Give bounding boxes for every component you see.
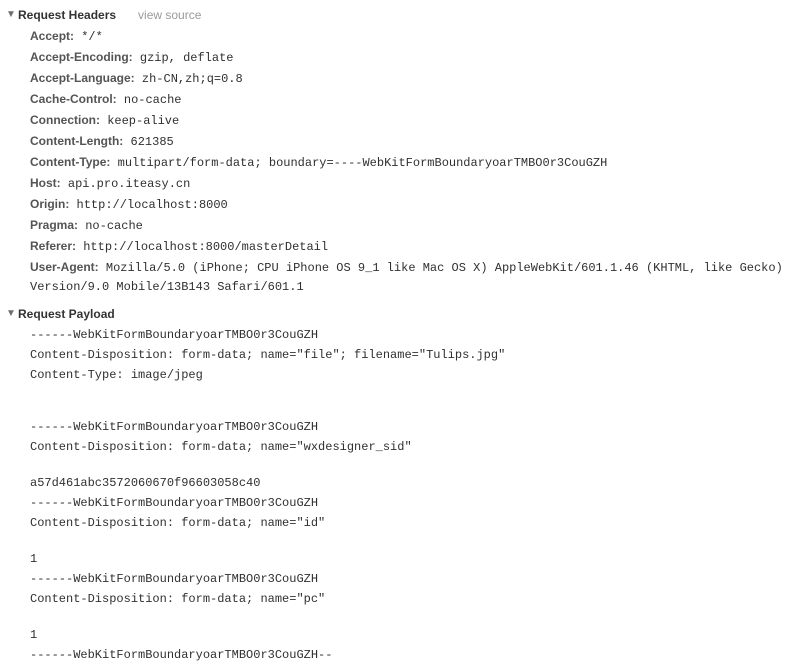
header-row: Origin: http://localhost:8000 — [30, 194, 800, 215]
header-name: Cache-Control: — [30, 92, 117, 106]
payload-line — [30, 457, 800, 473]
payload-line: 1 — [30, 549, 800, 569]
header-row: Host: api.pro.iteasy.cn — [30, 173, 800, 194]
request-headers-toggle[interactable]: ▼ Request Headers view source — [6, 4, 800, 26]
header-name: Referer: — [30, 239, 76, 253]
header-name: User-Agent: — [30, 260, 99, 274]
payload-line — [30, 609, 800, 625]
header-row: Accept-Encoding: gzip, deflate — [30, 47, 800, 68]
header-value: keep-alive — [100, 114, 179, 128]
chevron-down-icon: ▼ — [6, 308, 16, 320]
header-row: Accept: */* — [30, 26, 800, 47]
header-name: Content-Length: — [30, 134, 123, 148]
payload-line: Content-Disposition: form-data; name="id… — [30, 513, 800, 533]
payload-line: Content-Disposition: form-data; name="pc… — [30, 589, 800, 609]
header-row: Accept-Language: zh-CN,zh;q=0.8 — [30, 68, 800, 89]
header-value: multipart/form-data; boundary=----WebKit… — [110, 156, 607, 170]
request-headers-list: Accept: */*Accept-Encoding: gzip, deflat… — [6, 26, 800, 303]
header-row: User-Agent: Mozilla/5.0 (iPhone; CPU iPh… — [30, 257, 800, 297]
header-value: Mozilla/5.0 (iPhone; CPU iPhone OS 9_1 l… — [30, 261, 783, 294]
payload-line: ------WebKitFormBoundaryoarTMBO0r3CouGZH… — [30, 645, 800, 662]
header-value: no-cache — [78, 219, 143, 233]
header-name: Accept: — [30, 29, 74, 43]
header-name: Pragma: — [30, 218, 78, 232]
header-name: Connection: — [30, 113, 100, 127]
request-payload-body: ------WebKitFormBoundaryoarTMBO0r3CouGZH… — [6, 325, 800, 662]
payload-line: ------WebKitFormBoundaryoarTMBO0r3CouGZH — [30, 569, 800, 589]
payload-line: ------WebKitFormBoundaryoarTMBO0r3CouGZH — [30, 493, 800, 513]
header-value: http://localhost:8000 — [69, 198, 227, 212]
payload-line: Content-Type: image/jpeg — [30, 365, 800, 385]
header-row: Connection: keep-alive — [30, 110, 800, 131]
payload-line: ------WebKitFormBoundaryoarTMBO0r3CouGZH — [30, 325, 800, 345]
header-value: no-cache — [117, 93, 182, 107]
header-row: Content-Length: 621385 — [30, 131, 800, 152]
header-name: Origin: — [30, 197, 69, 211]
header-row: Cache-Control: no-cache — [30, 89, 800, 110]
header-value: api.pro.iteasy.cn — [61, 177, 191, 191]
header-row: Referer: http://localhost:8000/masterDet… — [30, 236, 800, 257]
header-name: Accept-Encoding: — [30, 50, 133, 64]
payload-line: ------WebKitFormBoundaryoarTMBO0r3CouGZH — [30, 417, 800, 437]
header-row: Pragma: no-cache — [30, 215, 800, 236]
request-payload-title: Request Payload — [18, 305, 115, 323]
header-name: Content-Type: — [30, 155, 110, 169]
header-value: gzip, deflate — [133, 51, 234, 65]
payload-line: a57d461abc3572060670f96603058c40 — [30, 473, 800, 493]
payload-line — [30, 533, 800, 549]
payload-line — [30, 385, 800, 401]
header-value: zh-CN,zh;q=0.8 — [135, 72, 243, 86]
header-value: */* — [74, 30, 103, 44]
request-headers-title: Request Headers — [18, 6, 116, 24]
header-name: Host: — [30, 176, 61, 190]
chevron-down-icon: ▼ — [6, 9, 16, 21]
request-payload-toggle[interactable]: ▼ Request Payload — [6, 303, 800, 325]
payload-line: 1 — [30, 625, 800, 645]
payload-line: Content-Disposition: form-data; name="wx… — [30, 437, 800, 457]
header-value: http://localhost:8000/masterDetail — [76, 240, 328, 254]
payload-line: Content-Disposition: form-data; name="fi… — [30, 345, 800, 365]
header-value: 621385 — [123, 135, 173, 149]
header-row: Content-Type: multipart/form-data; bound… — [30, 152, 800, 173]
header-name: Accept-Language: — [30, 71, 135, 85]
payload-line — [30, 401, 800, 417]
view-source-link[interactable]: view source — [138, 6, 201, 24]
